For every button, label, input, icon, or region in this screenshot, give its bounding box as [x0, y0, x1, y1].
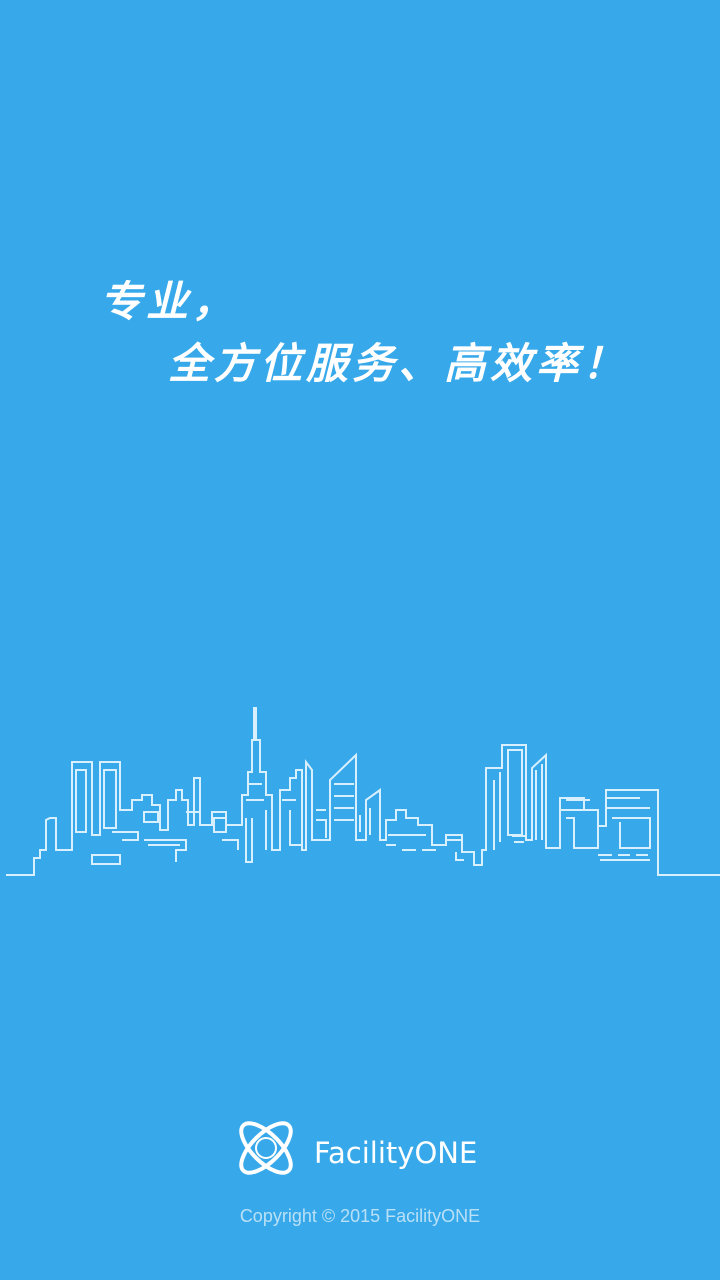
splash-screen: 专业， 全方位服务、高效率！ FacilityONE Copyright © 2…	[0, 0, 720, 1280]
slogan-line-2: 全方位服务、高效率！	[168, 339, 629, 388]
brand-name: FacilityONE	[314, 1136, 478, 1170]
copyright-text: Copyright © 2015 FacilityONE	[239, 1206, 481, 1226]
slogan-line-1: 专业，	[100, 277, 239, 326]
city-skyline-illustration	[6, 707, 720, 876]
atom-orbit-logo-icon	[239, 1121, 293, 1175]
brand-logo: FacilityONE	[228, 1110, 477, 1186]
